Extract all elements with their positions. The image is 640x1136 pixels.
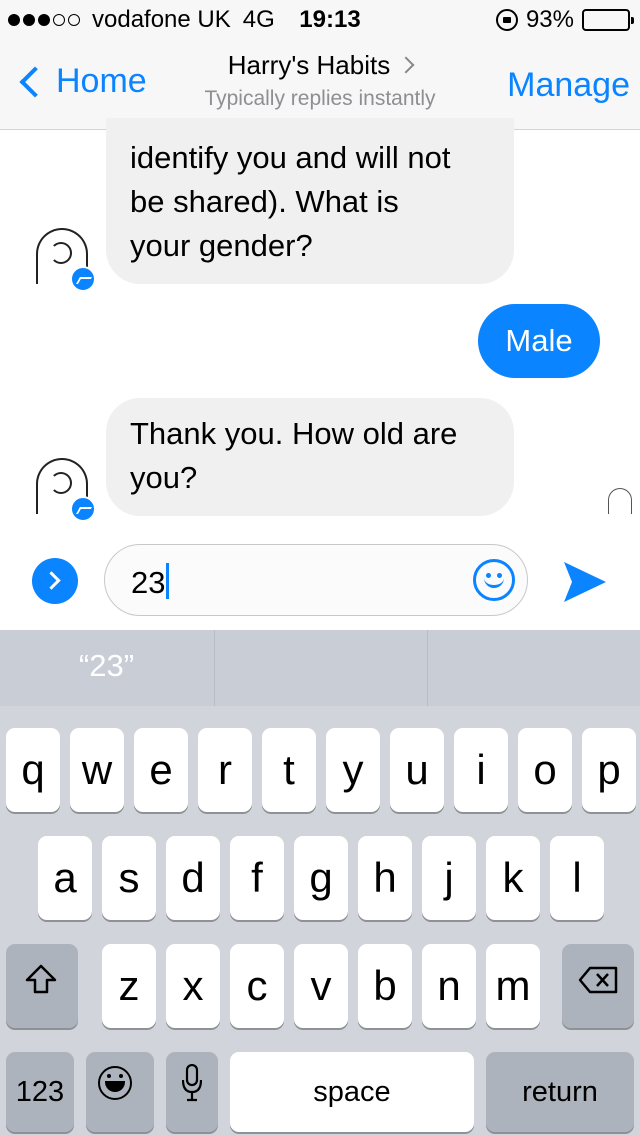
emoji-key[interactable]: [86, 1052, 154, 1132]
numbers-key[interactable]: 123: [6, 1052, 74, 1132]
dictation-key[interactable]: [166, 1052, 218, 1132]
back-button[interactable]: Home: [14, 62, 147, 101]
bot-avatar[interactable]: [34, 458, 96, 522]
status-time: 19:13: [299, 6, 361, 33]
key-g[interactable]: g: [294, 836, 348, 920]
key-r[interactable]: r: [198, 728, 252, 812]
suggestion-item[interactable]: “23”: [0, 630, 213, 706]
key-v[interactable]: v: [294, 944, 348, 1028]
space-key[interactable]: space: [230, 1052, 474, 1132]
backspace-icon: [578, 966, 618, 994]
shift-key[interactable]: [6, 944, 78, 1028]
manage-button[interactable]: Manage: [507, 66, 630, 105]
key-z[interactable]: z: [102, 944, 156, 1028]
expand-actions-button[interactable]: [32, 558, 78, 604]
key-p[interactable]: p: [582, 728, 636, 812]
conversation-subtitle: Typically replies instantly: [204, 87, 436, 110]
predictive-bar: “23”: [0, 630, 640, 706]
key-f[interactable]: f: [230, 836, 284, 920]
messenger-badge-icon: [70, 496, 96, 522]
navigation-bar: Home Harry's Habits Typically replies in…: [0, 40, 640, 130]
habit-cycle-icon: [50, 472, 72, 494]
battery-percent: 93%: [525, 6, 574, 33]
suggestion-item[interactable]: [214, 630, 427, 706]
text-caret: [166, 563, 170, 599]
key-t[interactable]: t: [262, 728, 316, 812]
keyboard: “23” q w e r t y u i o p a s d f g h j k l z x c v b n m 123 space r…: [0, 630, 640, 1136]
message-line: you?: [130, 460, 198, 495]
microphone-icon: [182, 1064, 202, 1102]
key-l[interactable]: l: [550, 836, 604, 920]
chevron-right-icon: [397, 56, 415, 74]
send-icon[interactable]: [562, 560, 608, 604]
user-message-bubble: Male: [478, 304, 600, 378]
message-input-value: 23: [131, 565, 166, 600]
battery-icon: [582, 9, 634, 31]
emoji-icon: [98, 1066, 132, 1100]
key-n[interactable]: n: [422, 944, 476, 1028]
messenger-badge-icon: [70, 266, 96, 292]
key-c[interactable]: c: [230, 944, 284, 1028]
rotation-lock-icon: [495, 9, 518, 31]
message-composer: 23: [0, 536, 640, 630]
bot-message-bubble: identify you and will not be shared). Wh…: [106, 118, 514, 284]
key-w[interactable]: w: [70, 728, 124, 812]
key-k[interactable]: k: [486, 836, 540, 920]
key-h[interactable]: h: [358, 836, 412, 920]
message-line: your gender?: [130, 228, 313, 263]
key-e[interactable]: e: [134, 728, 188, 812]
key-x[interactable]: x: [166, 944, 220, 1028]
habit-cycle-icon: [50, 242, 72, 264]
message-line: Thank you. How old are: [130, 416, 458, 451]
chevron-left-icon: [19, 65, 51, 98]
key-b[interactable]: b: [358, 944, 412, 1028]
message-input[interactable]: 23: [104, 544, 528, 616]
key-j[interactable]: j: [422, 836, 476, 920]
key-u[interactable]: u: [390, 728, 444, 812]
key-y[interactable]: y: [326, 728, 380, 812]
key-o[interactable]: o: [518, 728, 572, 812]
suggestion-item[interactable]: [427, 630, 640, 706]
shift-icon: [25, 964, 57, 994]
message-line: identify you and will not: [130, 140, 451, 175]
key-m[interactable]: m: [486, 944, 540, 1028]
key-i[interactable]: i: [454, 728, 508, 812]
read-receipt-icon: [608, 488, 632, 514]
status-right: 93%: [495, 6, 634, 34]
backspace-key[interactable]: [562, 944, 634, 1028]
key-d[interactable]: d: [166, 836, 220, 920]
bot-message-bubble: Thank you. How old are you?: [106, 398, 514, 516]
status-bar: vodafone UK 4G 19:13 93%: [0, 0, 640, 40]
key-s[interactable]: s: [102, 836, 156, 920]
key-q[interactable]: q: [6, 728, 60, 812]
message-line: be shared). What is: [130, 184, 399, 219]
bot-avatar[interactable]: [34, 228, 96, 292]
back-label: Home: [56, 62, 147, 100]
conversation-title: Harry's Habits: [227, 50, 391, 80]
key-a[interactable]: a: [38, 836, 92, 920]
emoji-icon[interactable]: [473, 559, 515, 601]
return-key[interactable]: return: [486, 1052, 634, 1132]
conversation-header[interactable]: Harry's Habits Typically replies instant…: [160, 50, 480, 111]
